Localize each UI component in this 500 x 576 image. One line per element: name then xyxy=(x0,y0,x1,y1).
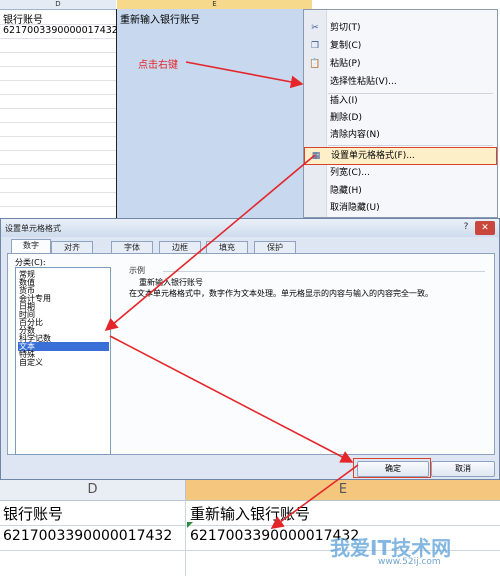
arrow-to-result-cell xyxy=(270,464,359,529)
arrow-to-ok-button xyxy=(109,335,354,463)
annotation-arrows xyxy=(104,61,359,529)
arrow-to-text-category xyxy=(104,154,316,332)
arrow-to-context-menu xyxy=(185,61,304,89)
